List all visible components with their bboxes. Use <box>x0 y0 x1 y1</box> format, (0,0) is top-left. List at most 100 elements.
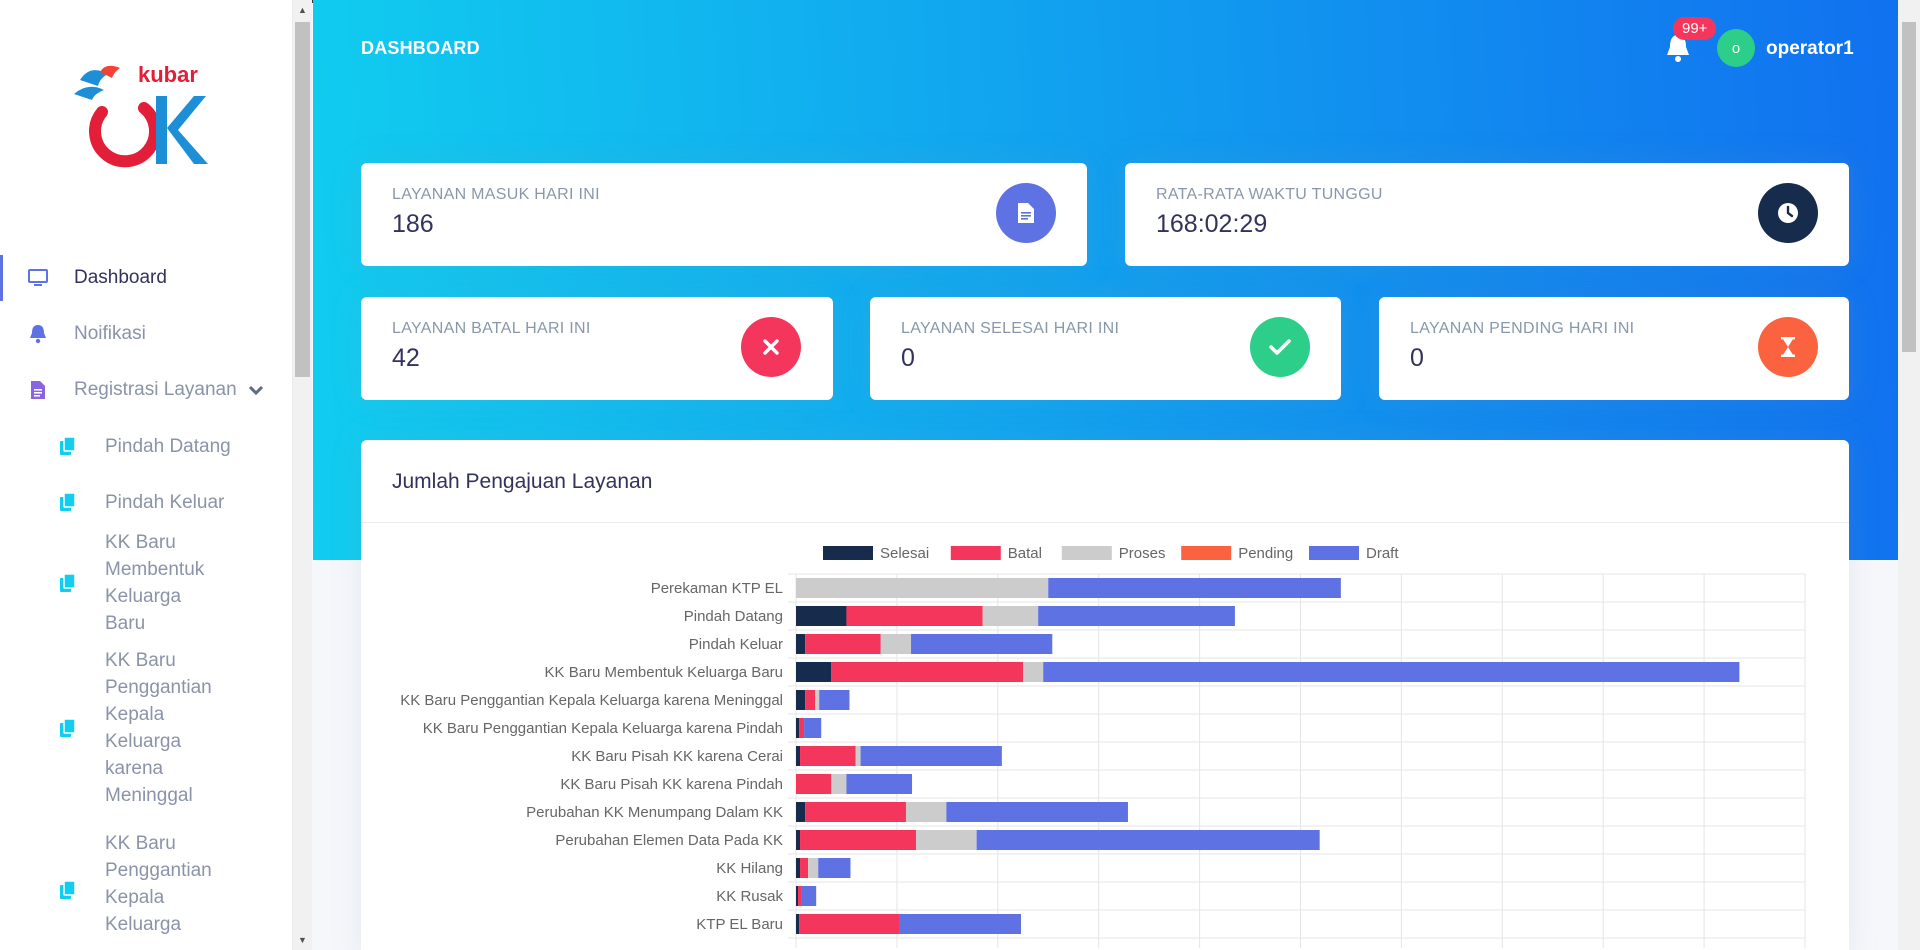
category-label: KK Baru Pisah KK karena Pindah <box>560 776 783 793</box>
sidebar-item-label: Noifikasi <box>74 323 146 344</box>
stat-card-rata-rata-waktu: RATA-RATA WAKTU TUNGGU 168:02:29 <box>1125 163 1849 266</box>
sidebar-subitem-pindah-datang[interactable]: Pindah Datang <box>0 418 293 474</box>
category-label: Perubahan Elemen Data Pada KK <box>555 832 783 849</box>
legend-swatch <box>950 546 1001 560</box>
bar-segment <box>880 634 912 654</box>
sidebar-scrollbar-thumb[interactable] <box>295 22 310 377</box>
bar-segment <box>800 858 809 878</box>
sidebar-subitem-kk-baru-penggantian[interactable]: KK Baru Penggantian Kepala Keluarga <box>0 820 293 950</box>
sidebar-item-notifikasi[interactable]: Noifikasi <box>0 306 293 362</box>
times-icon <box>741 317 801 377</box>
svg-text:kubar: kubar <box>138 62 198 87</box>
main-scrollbar[interactable] <box>1898 0 1920 950</box>
chart-card: Jumlah Pengajuan Layanan Selesai Batal Pro… <box>361 440 1849 950</box>
stat-label: LAYANAN MASUK HARI INI <box>392 186 600 203</box>
hourglass-icon <box>1758 317 1818 377</box>
bar-segment <box>846 774 913 794</box>
chart-title: Jumlah Pengajuan Layanan <box>392 470 653 493</box>
copy-icon <box>60 492 76 511</box>
bar-segment <box>818 858 851 878</box>
bar-segment <box>799 914 900 934</box>
bar-segment <box>815 690 820 710</box>
bar-segment <box>796 690 806 710</box>
legend-swatch <box>1061 546 1112 560</box>
kubar-ok-logo: kubar <box>74 62 208 168</box>
stat-card-layanan-pending: LAYANAN PENDING HARI INI 0 <box>1379 297 1849 400</box>
sidebar-scrollbar[interactable]: ▲ ▼ <box>293 0 312 950</box>
stat-value: 0 <box>1410 344 1424 372</box>
category-label: KTP EL Baru <box>696 916 783 933</box>
bar-segment <box>808 858 819 878</box>
stat-card-layanan-selesai: LAYANAN SELESAI HARI INI 0 <box>870 297 1341 400</box>
category-label: KK Baru Pisah KK karena Cerai <box>571 748 783 765</box>
sidebar-nav: Dashboard Noifikasi Registrasi Layanan P… <box>0 250 293 950</box>
legend-swatch <box>1181 546 1232 560</box>
bar-segment <box>819 690 850 710</box>
stat-value: 168:02:29 <box>1156 210 1268 238</box>
legend-swatch <box>823 546 873 560</box>
sidebar-subitem-label: KK Baru Penggantian Kepala Keluarga <box>105 833 212 935</box>
bar-segment <box>831 774 847 794</box>
stat-label: LAYANAN PENDING HARI INI <box>1410 320 1635 337</box>
bar-segment <box>796 830 801 850</box>
scroll-down-arrow-icon[interactable]: ▼ <box>293 932 312 948</box>
bar-segment <box>796 746 801 766</box>
bar-segment <box>860 746 1002 766</box>
sidebar-item-registrasi-layanan[interactable]: Registrasi Layanan <box>0 362 293 418</box>
sidebar-subitem-pindah-keluar[interactable]: Pindah Keluar <box>0 474 293 530</box>
avatar[interactable]: o <box>1717 29 1755 67</box>
category-label: Perekaman KTP EL <box>651 580 783 597</box>
bar-segment <box>796 802 806 822</box>
user-name[interactable]: operator1 <box>1766 38 1854 60</box>
sidebar-subitem-label: Pindah Datang <box>105 435 231 457</box>
legend-label: Batal <box>1008 545 1042 562</box>
monitor-icon <box>28 268 48 288</box>
document-icon <box>28 380 48 400</box>
bar-segment <box>1048 578 1341 598</box>
legend-swatch <box>1309 546 1359 560</box>
bar-segment <box>946 802 1128 822</box>
sidebar-subitem-kk-baru-membentuk[interactable]: KK Baru Membentuk Keluarga Baru <box>0 530 293 636</box>
bell-icon <box>28 324 48 344</box>
stacked-bar-chart: Selesai Batal Proses Pending Draft Perekaman … <box>400 545 1806 948</box>
legend-label: Pending <box>1238 545 1293 562</box>
bar-segment <box>796 718 800 738</box>
bar-segment <box>799 718 805 738</box>
main-scrollbar-thumb[interactable] <box>1902 22 1916 352</box>
category-label: KK Rusak <box>716 888 783 905</box>
stat-value: 0 <box>901 344 915 372</box>
sidebar-subitem-label: Pindah Keluar <box>105 491 225 513</box>
bar-segment <box>801 886 817 906</box>
bar-segment <box>831 662 1024 682</box>
bar-segment <box>805 802 906 822</box>
category-label: Pindah Keluar <box>689 636 783 653</box>
bar-segment <box>805 690 816 710</box>
category-label: Pindah Datang <box>684 608 783 625</box>
sidebar-subitem-label: KK Baru Penggantian Kepala Keluarga kare… <box>105 650 212 806</box>
document-icon <box>996 183 1056 243</box>
legend-label: Selesai <box>880 545 929 562</box>
category-label: KK Baru Penggantian Kepala Keluarga kare… <box>400 692 783 709</box>
notification-badge: 99+ <box>1673 17 1717 40</box>
bar-segment <box>796 886 799 906</box>
copy-icon <box>60 573 76 592</box>
sidebar-item-label: Registrasi Layanan <box>74 379 237 400</box>
bar-segment <box>899 914 1022 934</box>
sidebar-subitem-kk-baru-meninggal[interactable]: KK Baru Penggantian Kepala Keluarga kare… <box>0 636 293 820</box>
clock-icon <box>1758 183 1818 243</box>
scroll-up-arrow-icon[interactable]: ▲ <box>293 2 312 18</box>
bar-segment <box>1038 606 1235 626</box>
sidebar-item-dashboard[interactable]: Dashboard <box>0 250 293 306</box>
stat-value: 42 <box>392 344 420 372</box>
category-label: KK Baru Penggantian Kepala Keluarga kare… <box>423 720 783 737</box>
page-title: DASHBOARD <box>361 38 480 58</box>
bar-segment <box>798 886 802 906</box>
stat-label: RATA-RATA WAKTU TUNGGU <box>1156 186 1383 203</box>
bar-segment <box>796 634 806 654</box>
bar-segment <box>1023 662 1044 682</box>
category-label: KK Hilang <box>716 860 783 877</box>
bar-segment <box>796 606 847 626</box>
chevron-down-icon <box>248 382 263 398</box>
stat-card-layanan-batal: LAYANAN BATAL HARI INI 42 <box>361 297 833 400</box>
sidebar-item-label: Dashboard <box>74 267 167 288</box>
